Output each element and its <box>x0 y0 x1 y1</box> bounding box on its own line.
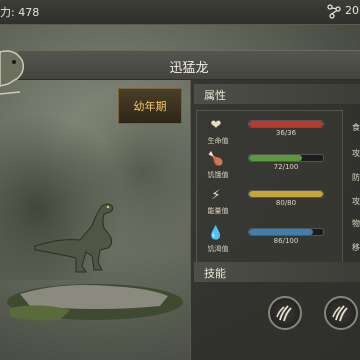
stat-thirst: 💧 饥渴值 86/100 <box>202 222 332 256</box>
rock-platform <box>7 284 183 321</box>
stat-value: 86/100 <box>273 237 299 245</box>
attr-label-right: 攻 <box>352 149 360 158</box>
raptor-model[interactable] <box>30 196 140 276</box>
growth-stage-label: 幼年期 <box>133 100 167 113</box>
stat-value: 36/36 <box>275 129 297 137</box>
dna-icon <box>327 4 341 19</box>
growth-stage-button[interactable]: 幼年期 <box>118 88 182 124</box>
droplet-icon: 💧 <box>207 226 225 241</box>
thirst-bar <box>248 228 324 236</box>
skill-claw-button-1[interactable] <box>268 296 302 330</box>
health-bar <box>248 120 324 128</box>
claw-icon <box>332 305 348 322</box>
stat-label: 生命值 <box>207 137 229 145</box>
skills-section-title: 技能 <box>194 262 360 282</box>
stat-hunger: 🍗 饥饿值 72/100 <box>202 148 332 182</box>
drumstick-icon: 🍗 <box>207 152 225 167</box>
attr-label-right: 防 <box>352 173 360 182</box>
skill-claw-button-2[interactable] <box>324 296 358 330</box>
attributes-title: 属性 <box>204 89 226 102</box>
dino-name-header: 迅猛龙 <box>18 50 360 80</box>
attributes-section-title: 属性 <box>194 84 360 104</box>
stat-label: 能量值 <box>207 207 229 215</box>
dna-value: 20 <box>345 4 359 17</box>
attr-label-right: 食 <box>352 123 360 132</box>
attr-label-right: 移 <box>352 243 360 252</box>
heart-icon: ❤ <box>210 118 222 133</box>
dino-name: 迅猛龙 <box>169 61 209 76</box>
stat-health: ❤ 生命值 36/36 <box>202 114 332 148</box>
stat-value: 72/100 <box>273 163 299 171</box>
attr-label-right: 物 <box>352 219 360 228</box>
stat-energy: ⚡ 能量值 80/80 <box>202 184 332 218</box>
top-bar: 力: 478 20 <box>0 0 360 25</box>
stat-label: 饥饿值 <box>207 171 229 179</box>
stat-value: 80/80 <box>275 199 297 207</box>
combat-power-text: 力: 478 <box>0 6 40 19</box>
hunger-bar <box>248 154 324 162</box>
stat-label: 饥渴值 <box>207 245 229 253</box>
lightning-icon: ⚡ <box>211 188 221 203</box>
skills-title: 技能 <box>204 267 226 280</box>
energy-bar <box>248 190 324 198</box>
claw-icon <box>276 305 292 322</box>
dino-portrait-icon[interactable] <box>0 42 26 102</box>
attr-label-right: 攻 <box>352 197 360 206</box>
